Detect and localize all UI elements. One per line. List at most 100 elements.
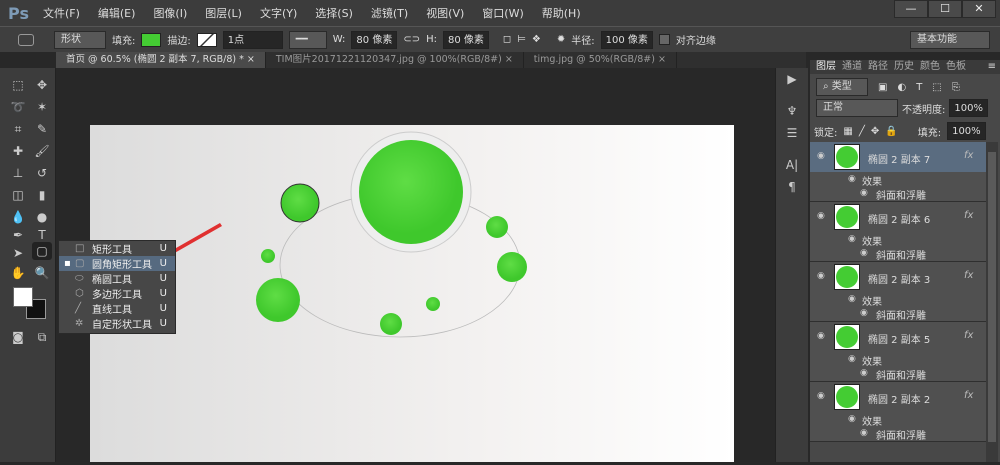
foreground-color-swatch[interactable] [13,287,33,307]
height-input[interactable]: 80 像素 [442,30,489,49]
tab-paths[interactable]: 路径 [868,60,888,74]
tab-layers[interactable]: 图层 [816,60,836,74]
visibility-eye-icon[interactable]: ◉ [817,211,825,221]
fill-input[interactable]: 100% [947,122,986,140]
layer-header[interactable]: ◉ 椭圆 2 副本 2 fx [810,382,986,412]
close-button[interactable]: ✕ [962,0,996,18]
menu-file[interactable]: 文件(F) [43,5,80,21]
brush-settings-icon[interactable]: ☰ [782,124,802,142]
minimize-button[interactable]: — [894,0,928,18]
flyout-rounded-rectangle-tool[interactable]: ▪ ▢ 圆角矩形工具 U [59,256,175,271]
path-ops-icon[interactable]: ◻ [503,34,511,45]
history-brush-icon[interactable]: ↺ [32,164,52,182]
tab-timg[interactable]: timg.jpg @ 50%(RGB/8#) × [524,52,677,68]
filter-pixel-icon[interactable]: ▣ [878,82,887,93]
brush-presets-icon[interactable]: ♆ [782,102,802,120]
close-tab-icon[interactable]: × [505,54,513,65]
healing-brush-icon[interactable]: ✚ [8,142,28,160]
visibility-eye-icon[interactable]: ◉ [817,331,825,341]
layer-row[interactable]: ◉ 椭圆 2 副本 7 fx ◉ 效果 ◉ 斜面和浮雕 [810,142,986,202]
lock-pixels-icon[interactable]: ╱ [859,126,865,137]
menu-help[interactable]: 帮助(H) [542,5,581,21]
gear-icon[interactable]: ✹ [557,34,565,45]
menu-window[interactable]: 窗口(W) [482,5,523,21]
stroke-swatch[interactable] [196,32,217,47]
hand-tool-icon[interactable]: ✋ [8,264,28,282]
green-circle[interactable] [486,216,508,238]
blur-tool-icon[interactable]: 💧 [8,208,28,226]
flyout-custom-shape-tool[interactable]: ✲ 自定形状工具 U [59,316,175,331]
visibility-eye-icon[interactable]: ◉ [817,151,825,161]
layer-row[interactable]: ◉ 椭圆 2 副本 6 fx ◉ 效果 ◉ 斜面和浮雕 [810,202,986,262]
width-input[interactable]: 80 像素 [351,30,398,49]
tab-color[interactable]: 颜色 [920,60,940,74]
tab-history[interactable]: 历史 [894,60,914,74]
effects-eye-icon[interactable]: ◉ [848,354,856,364]
large-green-circle[interactable] [359,140,463,244]
menu-select[interactable]: 选择(S) [315,5,353,21]
fx-icon[interactable]: fx [964,330,973,341]
blend-mode-select[interactable]: 正常 [816,99,898,117]
fx-icon[interactable]: fx [964,390,973,401]
workspace-select[interactable]: 基本功能 [910,30,990,49]
layer-header[interactable]: ◉ 椭圆 2 副本 3 fx [810,262,986,292]
menu-edit[interactable]: 编辑(E) [98,5,136,21]
tab-swatches[interactable]: 色板 [946,60,966,74]
close-tab-icon[interactable]: × [658,54,666,65]
green-circle[interactable] [380,313,402,335]
close-tab-icon[interactable]: × [247,54,255,65]
green-circle[interactable] [261,249,275,263]
green-circle-selected[interactable] [280,183,320,223]
radius-input[interactable]: 100 像素 [600,30,653,49]
menu-filter[interactable]: 滤镜(T) [371,5,408,21]
effect-eye-icon[interactable]: ◉ [860,368,868,378]
panel-menu-icon[interactable]: ≡ [988,60,996,74]
filter-smart-icon[interactable]: ⎘ [952,82,960,93]
path-arrange-icon[interactable]: ❖ [532,34,541,45]
gradient-tool-icon[interactable]: ▮ [32,186,52,204]
lock-position-icon[interactable]: ✥ [871,126,879,137]
stroke-width-input[interactable]: 1点 [222,30,283,49]
brush-tool-icon[interactable]: 🖌 [32,142,52,160]
green-circle[interactable] [497,252,527,282]
crop-tool-icon[interactable]: ⌗ [8,120,28,138]
visibility-eye-icon[interactable]: ◉ [817,271,825,281]
effects-eye-icon[interactable]: ◉ [848,294,856,304]
menu-image[interactable]: 图像(I) [153,5,187,21]
stamp-tool-icon[interactable]: ⊥ [8,164,28,182]
effects-eye-icon[interactable]: ◉ [848,174,856,184]
effect-eye-icon[interactable]: ◉ [860,188,868,198]
stroke-type-select[interactable]: ━━ [288,30,327,49]
lock-all-icon[interactable]: 🔒 [885,126,897,137]
link-icon[interactable]: ⊂⊃ [403,34,420,45]
effect-eye-icon[interactable]: ◉ [860,248,868,258]
tab-channels[interactable]: 通道 [842,60,862,74]
effects-eye-icon[interactable]: ◉ [848,414,856,424]
fx-icon[interactable]: fx [964,210,973,221]
filter-type-icon[interactable]: T [916,82,922,93]
flyout-rectangle-tool[interactable]: □ 矩形工具 U [59,241,175,256]
layer-row[interactable]: ◉ 椭圆 2 副本 3 fx ◉ 效果 ◉ 斜面和浮雕 [810,262,986,322]
fx-icon[interactable]: fx [964,150,973,161]
filter-adjustment-icon[interactable]: ◐ [897,82,906,93]
effects-eye-icon[interactable]: ◉ [848,234,856,244]
zoom-tool-icon[interactable]: 🔍 [32,264,52,282]
layer-header[interactable]: ◉ 椭圆 2 副本 6 fx [810,202,986,232]
paragraph-icon[interactable]: ¶ [782,178,802,196]
menu-type[interactable]: 文字(Y) [260,5,297,21]
tab-home[interactable]: 首页 @ 60.5% (椭圆 2 副本 7, RGB/8) * × [56,52,266,68]
pen-tool-icon[interactable]: ✒ [8,226,28,244]
flyout-line-tool[interactable]: ╱ 直线工具 U [59,301,175,316]
menu-view[interactable]: 视图(V) [426,5,464,21]
rounded-rectangle-tool-icon[interactable]: ▢ [32,242,52,260]
tab-tim[interactable]: TIM图片20171221120347.jpg @ 100%(RGB/8#) × [266,52,524,68]
flyout-polygon-tool[interactable]: ⬡ 多边形工具 U [59,286,175,301]
effect-eye-icon[interactable]: ◉ [860,308,868,318]
move-tool-icon[interactable]: ✥ [32,76,52,94]
marquee-tool-icon[interactable]: ⬚ [8,76,28,94]
dodge-tool-icon[interactable]: ● [32,208,52,226]
menu-layer[interactable]: 图层(L) [205,5,242,21]
mode-select[interactable]: 形状 [54,30,106,49]
path-align-icon[interactable]: ⊨ [517,34,526,45]
tool-preset-icon[interactable] [18,33,34,46]
